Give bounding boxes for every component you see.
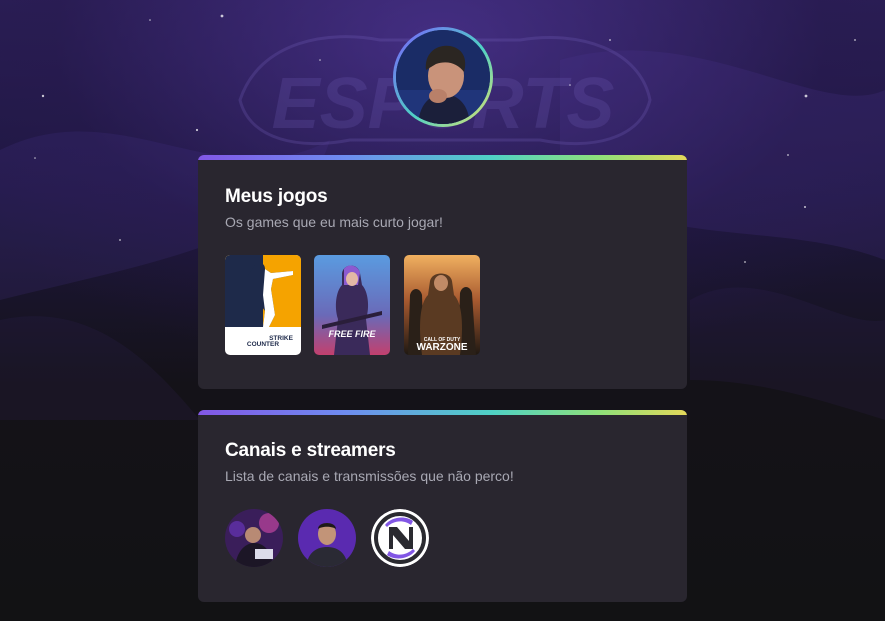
profile-photo-icon bbox=[396, 30, 490, 124]
profile-avatar bbox=[393, 27, 493, 127]
warzone-cover-icon: CALL OF DUTY WARZONE bbox=[404, 255, 480, 355]
svg-text:FREE FIRE: FREE FIRE bbox=[328, 329, 376, 339]
streamer-avatar-1-icon[interactable] bbox=[225, 509, 283, 567]
free-fire-cover-icon: FREE FIRE bbox=[314, 255, 390, 355]
games-card: Meus jogos Os games que eu mais curto jo… bbox=[198, 155, 687, 389]
game-free-fire[interactable]: FREE FIRE bbox=[314, 255, 390, 355]
game-warzone[interactable]: CALL OF DUTY WARZONE bbox=[404, 255, 480, 355]
streamers-card: Canais e streamers Lista de canais e tra… bbox=[198, 410, 687, 602]
game-counter-strike[interactable]: COUNTER STRIKE bbox=[225, 255, 301, 355]
svg-text:STRIKE: STRIKE bbox=[269, 335, 294, 342]
streamers-title: Canais e streamers bbox=[225, 440, 396, 461]
svg-text:WARZONE: WARZONE bbox=[416, 342, 467, 353]
streamers-subtitle: Lista de canais e transmissões que não p… bbox=[225, 468, 514, 484]
svg-text:COUNTER: COUNTER bbox=[247, 341, 279, 348]
games-title: Meus jogos bbox=[225, 186, 328, 207]
channel-logo-icon[interactable] bbox=[371, 509, 429, 567]
games-subtitle: Os games que eu mais curto jogar! bbox=[225, 214, 443, 230]
counter-strike-cover-icon: COUNTER STRIKE bbox=[225, 255, 301, 355]
streamer-avatar-2-icon[interactable] bbox=[298, 509, 356, 567]
